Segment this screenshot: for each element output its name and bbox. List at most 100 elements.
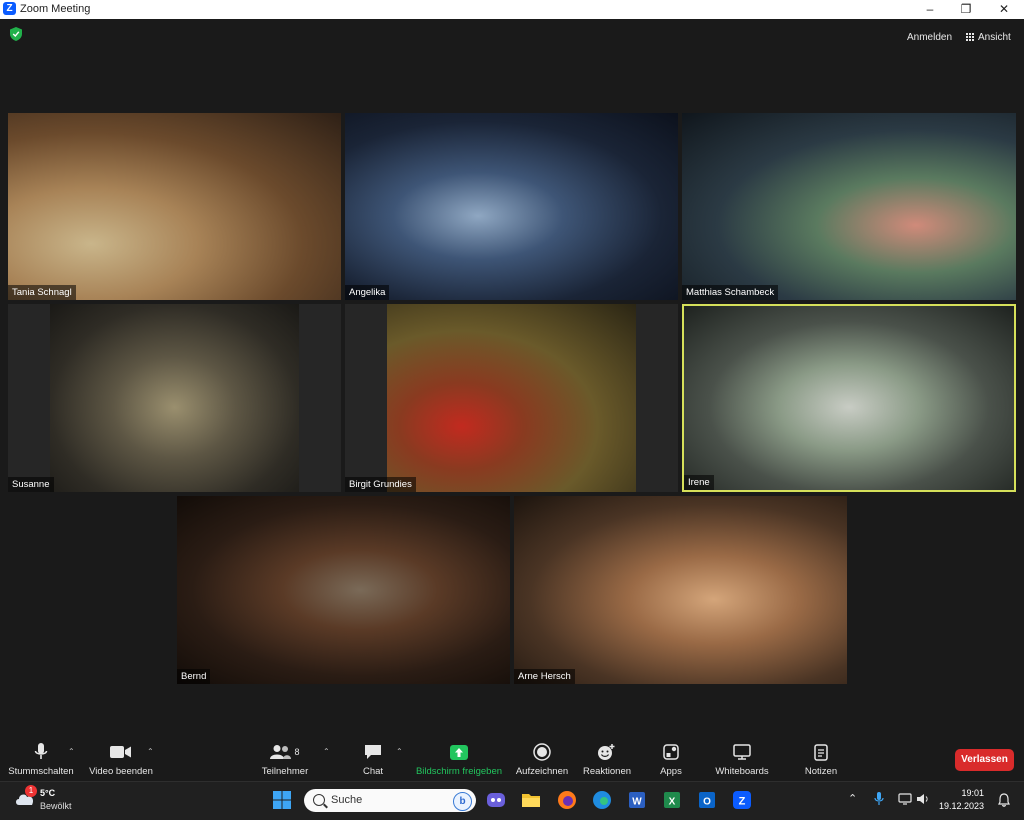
participant-tile[interactable]: Angelika	[345, 113, 678, 300]
participant-video	[8, 113, 341, 300]
bing-icon[interactable]: b	[453, 792, 472, 811]
close-button[interactable]: ✕	[986, 0, 1022, 19]
restore-button[interactable]: ❐	[948, 0, 984, 19]
windows-taskbar: 1 5°C Bewölkt Suche b W X O Z ⌃ 19:01 19…	[0, 781, 1024, 820]
chat-button[interactable]: Chat	[356, 742, 390, 777]
stop-video-label: Video beenden	[89, 766, 153, 777]
window-title: Zoom Meeting	[20, 3, 91, 15]
file-explorer-icon[interactable]	[520, 789, 542, 811]
participant-tile[interactable]: Susanne	[8, 304, 341, 492]
participant-tile[interactable]: Birgit Grundies	[345, 304, 678, 492]
participant-name: Bernd	[177, 669, 211, 684]
window-title-bar: Z Zoom Meeting – ❐ ✕	[0, 0, 1024, 19]
notes-icon	[814, 743, 828, 761]
participants-label: Teilnehmer	[261, 766, 309, 777]
svg-text:Z: Z	[739, 796, 746, 808]
participant-tile-active-speaker[interactable]: Irene	[682, 304, 1016, 492]
microphone-tray-icon[interactable]	[874, 792, 884, 806]
search-placeholder: Suche	[331, 794, 363, 806]
participants-icon	[270, 745, 292, 759]
meeting-toolbar: Stummschalten ⌃ Video beenden ⌃ 8 Teilne…	[0, 733, 1024, 781]
share-screen-icon	[450, 744, 468, 760]
shield-check-icon[interactable]	[10, 27, 22, 41]
svg-text:W: W	[632, 797, 642, 808]
view-button-label: Ansicht	[978, 32, 1011, 43]
windows-start-icon[interactable]	[271, 789, 293, 811]
outlook-icon[interactable]: O	[696, 789, 718, 811]
participant-video	[50, 304, 299, 492]
whiteboards-button[interactable]: Whiteboards	[710, 742, 774, 777]
zoom-taskbar-icon[interactable]: Z	[731, 789, 753, 811]
word-icon[interactable]: W	[626, 789, 648, 811]
participant-name: Matthias Schambeck	[682, 285, 779, 300]
participant-name: Angelika	[345, 285, 390, 300]
participant-tile[interactable]: Arne Hersch	[514, 496, 847, 684]
grid-view-icon	[966, 33, 974, 41]
record-button[interactable]: Aufzeichnen	[512, 742, 572, 777]
clock-date: 19.12.2023	[938, 801, 984, 811]
zoom-app-icon: Z	[3, 2, 16, 15]
apps-button[interactable]: Apps	[654, 742, 688, 777]
teams-chat-icon[interactable]	[485, 789, 507, 811]
whiteboards-label: Whiteboards	[715, 766, 769, 777]
record-icon	[533, 743, 551, 761]
share-screen-button[interactable]: Bildschirm freigeben	[413, 742, 505, 777]
participant-tile[interactable]: Bernd	[177, 496, 510, 684]
participant-name: Susanne	[8, 477, 54, 492]
tray-overflow-chevron-icon[interactable]: ⌃	[848, 792, 857, 805]
taskbar-search-box[interactable]: Suche b	[304, 789, 476, 812]
participant-tile[interactable]: Matthias Schambeck	[682, 113, 1016, 300]
firefox-icon[interactable]	[556, 789, 578, 811]
participant-name: Arne Hersch	[514, 669, 575, 684]
apps-label: Apps	[660, 766, 682, 777]
whiteboard-icon	[733, 744, 751, 760]
participants-options-caret-icon[interactable]: ⌃	[323, 747, 330, 756]
search-icon	[313, 794, 325, 806]
participant-video	[682, 113, 1016, 300]
mute-label: Stummschalten	[8, 766, 74, 777]
weather-temperature: 5°C	[40, 788, 56, 798]
participant-video	[684, 306, 1014, 490]
reactions-button[interactable]: Reaktionen	[580, 742, 634, 777]
record-label: Aufzeichnen	[515, 766, 569, 777]
system-clock[interactable]: 19:01 19.12.2023	[939, 787, 984, 813]
microphone-icon	[34, 743, 48, 759]
weather-condition: Bewölkt	[40, 801, 72, 811]
signin-button[interactable]: Anmelden	[907, 29, 952, 47]
reactions-label: Reaktionen	[582, 766, 632, 777]
stop-video-button[interactable]: Video beenden	[88, 742, 154, 777]
notification-bell-icon[interactable]	[998, 793, 1010, 807]
chat-label: Chat	[362, 766, 384, 777]
chat-bubble-icon	[365, 745, 381, 759]
video-camera-icon	[110, 746, 131, 758]
share-screen-label: Bildschirm freigeben	[415, 766, 503, 777]
participants-count: 8	[294, 747, 300, 757]
mute-button[interactable]: Stummschalten	[8, 742, 74, 777]
notes-button[interactable]: Notizen	[800, 742, 842, 777]
participants-button[interactable]: 8 Teilnehmer	[258, 742, 312, 777]
notes-label: Notizen	[804, 766, 838, 777]
video-options-caret-icon[interactable]: ⌃	[147, 747, 154, 756]
excel-icon[interactable]: X	[661, 789, 683, 811]
participant-video	[387, 304, 636, 492]
chat-options-caret-icon[interactable]: ⌃	[396, 747, 403, 756]
participant-name: Irene	[684, 475, 714, 490]
minimize-button[interactable]: –	[912, 0, 948, 19]
weather-notification-badge: 1	[25, 785, 37, 797]
participant-video	[514, 496, 847, 684]
participant-video	[177, 496, 510, 684]
participant-tile[interactable]: Tania Schnagl	[8, 113, 341, 300]
clock-time: 19:01	[961, 788, 984, 798]
mute-options-caret-icon[interactable]: ⌃	[68, 747, 75, 756]
edge-icon[interactable]	[591, 789, 613, 811]
leave-button[interactable]: Verlassen	[955, 749, 1014, 771]
svg-text:O: O	[703, 797, 711, 808]
participant-name: Tania Schnagl	[8, 285, 76, 300]
emoji-reaction-icon	[598, 744, 615, 760]
svg-text:X: X	[669, 797, 676, 808]
speaker-icon[interactable]	[916, 793, 930, 805]
view-button[interactable]: Ansicht	[966, 29, 1011, 47]
apps-icon	[663, 744, 679, 760]
network-icon[interactable]	[898, 793, 912, 805]
meeting-view: Anmelden Ansicht Tania Schnagl Angelika …	[0, 19, 1024, 733]
